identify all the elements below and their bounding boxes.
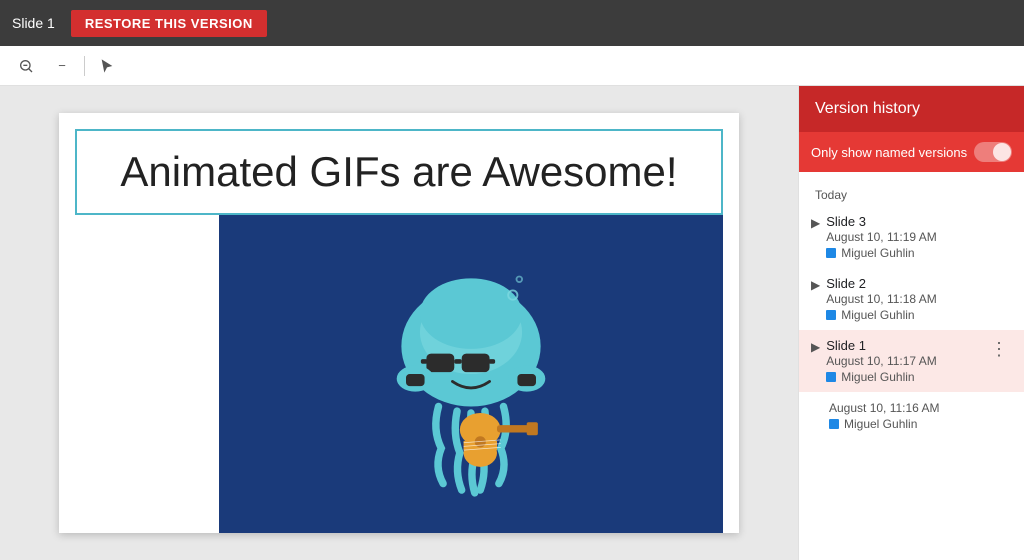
version-name: Slide 1 bbox=[826, 338, 986, 353]
slide-text-box: Animated GIFs are Awesome! bbox=[75, 129, 723, 215]
version-user-row: Miguel Guhlin bbox=[826, 308, 1012, 322]
version-history-title: Version history bbox=[799, 86, 1024, 132]
user-color-dot bbox=[826, 372, 836, 382]
version-name: Slide 3 bbox=[826, 214, 1012, 229]
secondary-toolbar: − bbox=[0, 46, 1024, 86]
toolbar-divider bbox=[84, 56, 85, 76]
version-time: August 10, 11:19 AM bbox=[826, 230, 1012, 244]
version-user: Miguel Guhlin bbox=[841, 308, 914, 322]
version-time: August 10, 11:17 AM bbox=[826, 354, 986, 368]
toggle-knob bbox=[993, 143, 1011, 161]
version-list: Today ▶ Slide 3 August 10, 11:19 AM Migu… bbox=[799, 172, 1024, 560]
version-item[interactable]: ▶ Slide 1 August 10, 11:17 AM Miguel Guh… bbox=[799, 330, 1024, 392]
slide-image-area bbox=[219, 215, 723, 533]
version-history-panel: Version history Only show named versions… bbox=[798, 86, 1024, 560]
version-info: Slide 3 August 10, 11:19 AM Miguel Guhli… bbox=[826, 214, 1012, 260]
version-user-row: Miguel Guhlin bbox=[826, 246, 1012, 260]
restore-button[interactable]: RESTORE THIS VERSION bbox=[71, 10, 267, 37]
toggle-row: Only show named versions bbox=[799, 132, 1024, 172]
user-color-dot bbox=[826, 310, 836, 320]
version-item-unnamed[interactable]: August 10, 11:16 AM Miguel Guhlin bbox=[799, 392, 1024, 439]
zoom-out-icon[interactable] bbox=[12, 52, 40, 80]
cursor-icon[interactable] bbox=[93, 52, 121, 80]
version-menu-button[interactable]: ⋮ bbox=[986, 338, 1012, 360]
user-color-dot bbox=[826, 248, 836, 258]
version-user-row: Miguel Guhlin bbox=[829, 417, 1012, 431]
user-color-dot bbox=[829, 419, 839, 429]
version-item[interactable]: ▶ Slide 2 August 10, 11:18 AM Miguel Guh… bbox=[799, 268, 1024, 330]
named-versions-toggle[interactable] bbox=[974, 142, 1012, 162]
main-content: Animated GIFs are Awesome! bbox=[0, 86, 1024, 560]
version-user: Miguel Guhlin bbox=[844, 417, 917, 431]
version-user: Miguel Guhlin bbox=[841, 370, 914, 384]
version-section-today: Today bbox=[799, 180, 1024, 206]
version-info: Slide 2 August 10, 11:18 AM Miguel Guhli… bbox=[826, 276, 1012, 322]
version-name: Slide 2 bbox=[826, 276, 1012, 291]
version-item[interactable]: ▶ Slide 3 August 10, 11:19 AM Miguel Guh… bbox=[799, 206, 1024, 268]
canvas-area: Animated GIFs are Awesome! bbox=[0, 86, 798, 560]
version-chevron-icon: ▶ bbox=[811, 278, 820, 292]
slide-title: Animated GIFs are Awesome! bbox=[93, 147, 705, 197]
slide-label: Slide 1 bbox=[12, 15, 55, 31]
version-user: Miguel Guhlin bbox=[841, 246, 914, 260]
version-chevron-icon: ▶ bbox=[811, 216, 820, 230]
version-chevron-icon: ▶ bbox=[811, 340, 820, 354]
zoom-in-icon[interactable]: − bbox=[48, 52, 76, 80]
version-info: Slide 1 August 10, 11:17 AM Miguel Guhli… bbox=[826, 338, 986, 384]
toggle-label: Only show named versions bbox=[811, 145, 967, 160]
version-time: August 10, 11:16 AM bbox=[829, 401, 1012, 415]
version-time: August 10, 11:18 AM bbox=[826, 292, 1012, 306]
top-toolbar: Slide 1 RESTORE THIS VERSION bbox=[0, 0, 1024, 46]
version-user-row: Miguel Guhlin bbox=[826, 370, 986, 384]
slide-preview: Animated GIFs are Awesome! bbox=[59, 113, 739, 533]
